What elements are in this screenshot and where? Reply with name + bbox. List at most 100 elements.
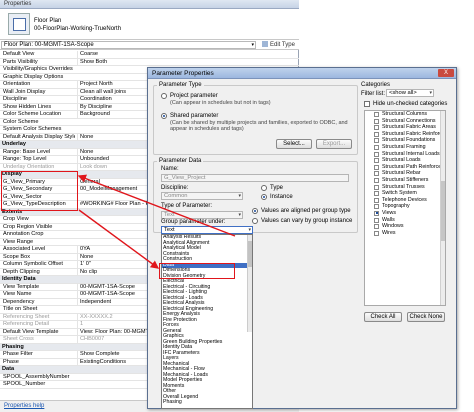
property-value[interactable]: Coarse <box>77 51 297 58</box>
category-item[interactable]: Views <box>365 210 445 217</box>
property-name: Column Symbolic Offset <box>3 261 63 267</box>
category-label: Structural Framing <box>382 143 426 150</box>
discipline-select[interactable]: Common ▾ <box>161 192 243 200</box>
property-row[interactable]: Default View Coarse <box>0 51 299 59</box>
category-checkbox[interactable] <box>374 144 379 150</box>
shared-parameter-label[interactable]: Shared parameter <box>170 113 218 119</box>
property-row[interactable]: Parts Visibility Show Both <box>0 58 299 66</box>
type-radio[interactable] <box>261 185 267 191</box>
category-item[interactable]: Telephone Devices <box>365 197 445 204</box>
category-checkbox[interactable] <box>374 164 379 170</box>
category-checkbox[interactable] <box>374 204 379 210</box>
dropdown-scrollbar[interactable] <box>247 235 252 332</box>
category-checkbox[interactable] <box>374 210 379 216</box>
edit-type-button[interactable]: Edit Type <box>262 41 295 48</box>
group-parameter-select[interactable]: Text ▾ <box>161 226 253 234</box>
category-item[interactable]: Structural Trusses <box>365 184 445 191</box>
category-checkbox[interactable] <box>374 230 379 236</box>
category-item[interactable]: Switch System <box>365 190 445 197</box>
hide-unchecked-checkbox[interactable] <box>364 101 370 107</box>
group-options-highlight <box>159 263 235 279</box>
select-button[interactable]: Select... <box>276 139 312 149</box>
type-selector[interactable]: Floor Plan 00-FloorPlan-Working-TrueNort… <box>0 9 299 40</box>
name-field[interactable]: G_View_Project <box>161 174 349 182</box>
dropdown-option[interactable]: Phasing <box>162 399 252 406</box>
category-item[interactable]: Structural Fabric Reinforcement <box>365 131 445 138</box>
category-checkbox[interactable] <box>374 217 379 223</box>
category-checkbox[interactable] <box>374 177 379 183</box>
category-item[interactable]: Topography <box>365 203 445 210</box>
hide-unchecked-label[interactable]: Hide un-checked categories <box>373 101 447 107</box>
category-label: Structural Connections <box>382 117 436 124</box>
chevron-down-icon: ▾ <box>429 90 432 96</box>
category-item[interactable]: Walls <box>365 217 445 224</box>
category-item[interactable]: Wires <box>365 230 445 237</box>
instance-selector[interactable]: Floor Plan: 00-MGMT-1SA-Scope ▾ <box>1 41 256 49</box>
categories-scrollbar[interactable] <box>440 111 445 305</box>
category-checkbox[interactable] <box>374 118 379 124</box>
category-item[interactable]: Structural Loads <box>365 157 445 164</box>
category-checkbox[interactable] <box>374 125 379 131</box>
property-name: View Range <box>3 238 34 245</box>
properties-titlebar[interactable]: Properties <box>0 0 299 9</box>
category-checkbox[interactable] <box>374 171 379 177</box>
property-name: Title on Sheet <box>3 306 38 312</box>
check-none-button[interactable]: Check None <box>407 312 445 322</box>
aligned-label[interactable]: Values are aligned per group type <box>261 208 351 214</box>
category-label: Structural Fabric Areas <box>382 124 436 131</box>
category-label: Topography <box>382 203 410 210</box>
category-item[interactable]: Structural Rebar <box>365 170 445 177</box>
category-item[interactable]: Structural Fabric Areas <box>365 124 445 131</box>
instance-radio-label[interactable]: Instance <box>270 194 293 200</box>
category-checkbox[interactable] <box>374 138 379 144</box>
property-name: Discipline <box>3 96 27 102</box>
dropdown-scroll-thumb[interactable] <box>248 241 252 267</box>
instance-row: Floor Plan: 00-MGMT-1SA-Scope ▾ Edit Typ… <box>0 40 299 50</box>
category-item[interactable]: Structural Connections <box>365 118 445 125</box>
category-label: Switch System <box>382 190 417 197</box>
edit-type-label: Edit Type <box>270 42 295 48</box>
filter-list-select[interactable]: <show all> ▾ <box>386 89 434 97</box>
category-checkbox[interactable] <box>374 112 379 117</box>
type-radio-label[interactable]: Type <box>270 185 283 191</box>
type-of-parameter-label: Type of Parameter: <box>161 203 213 209</box>
export-button[interactable]: Export... <box>316 139 352 149</box>
type-of-parameter-select[interactable]: Text ▾ <box>161 211 243 219</box>
group-parameter-dropdown[interactable]: Analysis Results Analytical Alignment Anal… <box>161 234 253 409</box>
check-all-button[interactable]: Check All <box>364 312 402 322</box>
categories-list[interactable]: Structural Columns Structural Connections… <box>364 110 446 306</box>
category-label: Walls <box>382 216 395 223</box>
category-item[interactable]: Structural Stiffeners <box>365 177 445 184</box>
project-parameter-label[interactable]: Project parameter <box>170 93 218 99</box>
category-checkbox[interactable] <box>374 197 379 203</box>
category-checkbox[interactable] <box>374 224 379 230</box>
category-item[interactable]: Structural Columns <box>365 111 445 118</box>
aligned-radio[interactable] <box>252 208 258 214</box>
chevron-down-icon: ▾ <box>248 227 251 233</box>
category-checkbox[interactable] <box>374 131 379 137</box>
parameter-type-label: Parameter Type <box>157 82 204 88</box>
vary-radio[interactable] <box>252 218 258 224</box>
category-checkbox[interactable] <box>374 184 379 190</box>
category-item[interactable]: Structural Path Reinforcement <box>365 164 445 171</box>
chevron-down-icon: ▾ <box>238 212 241 218</box>
dialog-titlebar[interactable]: Parameter Properties X <box>148 68 456 79</box>
category-item[interactable]: Structural Framing <box>365 144 445 151</box>
shared-parameter-radio[interactable] <box>161 113 167 119</box>
category-checkbox[interactable] <box>374 151 379 157</box>
property-value[interactable]: Show Both <box>77 58 297 66</box>
instance-radio[interactable] <box>261 194 267 200</box>
property-name: View Template <box>3 283 40 290</box>
properties-help-link[interactable]: Properties help <box>4 403 44 409</box>
category-item[interactable]: Structural Internal Loads <box>365 151 445 158</box>
category-checkbox[interactable] <box>374 158 379 164</box>
close-icon[interactable]: X <box>438 69 454 77</box>
categories-scroll-thumb[interactable] <box>441 181 445 241</box>
category-checkbox[interactable] <box>374 191 379 197</box>
vary-label[interactable]: Values can vary by group instance <box>261 218 352 224</box>
category-label: Structural Fabric Reinforcement <box>382 130 445 137</box>
category-item[interactable]: Windows <box>365 223 445 230</box>
shared-parameter-hint-2: appear in schedules and tags) <box>170 126 244 132</box>
project-parameter-radio[interactable] <box>161 93 167 99</box>
category-item[interactable]: Structural Foundations <box>365 137 445 144</box>
